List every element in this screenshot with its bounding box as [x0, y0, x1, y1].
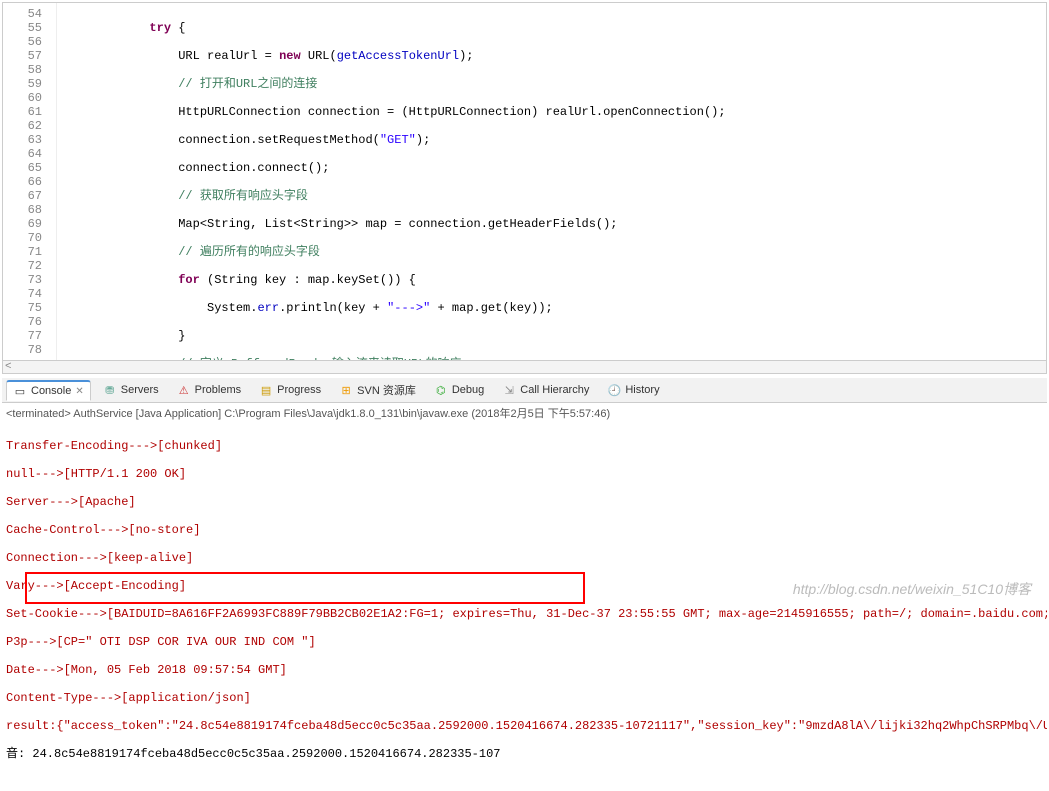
tab-history[interactable]: 🕘 History: [601, 381, 665, 399]
tab-progress[interactable]: ▤ Progress: [253, 381, 327, 399]
bottom-tab-bar: ▭ Console ✕ ⛃ Servers ⚠ Problems ▤ Progr…: [2, 378, 1047, 403]
tab-debug[interactable]: ⌬ Debug: [428, 381, 490, 399]
line-gutter: 5455565758596061626364656667686970717273…: [3, 3, 57, 360]
tab-servers[interactable]: ⛃ Servers: [97, 381, 165, 399]
call-hierarchy-icon: ⇲: [502, 383, 516, 397]
tab-label: Problems: [195, 384, 241, 396]
scroll-left-icon[interactable]: <: [5, 361, 12, 373]
svn-icon: ⊞: [339, 383, 353, 397]
tab-svn[interactable]: ⊞ SVN 资源库: [333, 380, 422, 400]
close-icon[interactable]: ✕: [75, 386, 83, 397]
progress-icon: ▤: [259, 383, 273, 397]
tab-problems[interactable]: ⚠ Problems: [171, 381, 247, 399]
tab-label: Servers: [121, 384, 159, 396]
console-output[interactable]: Transfer-Encoding--->[chunked] null--->[…: [2, 423, 1047, 791]
history-icon: 🕘: [607, 383, 621, 397]
code-editor[interactable]: 5455565758596061626364656667686970717273…: [2, 2, 1047, 374]
tab-call-hierarchy[interactable]: ⇲ Call Hierarchy: [496, 381, 595, 399]
tab-label: History: [625, 384, 659, 396]
tab-label: Progress: [277, 384, 321, 396]
console-icon: ▭: [13, 384, 27, 398]
tab-label: SVN 资源库: [357, 382, 416, 398]
code-content[interactable]: try { URL realUrl = new URL(getAccessTok…: [57, 3, 1046, 360]
tab-label: Debug: [452, 384, 484, 396]
terminated-label: <terminated> AuthService [Java Applicati…: [2, 403, 1047, 423]
problems-icon: ⚠: [177, 383, 191, 397]
tab-label: Console: [31, 385, 71, 397]
servers-icon: ⛃: [103, 383, 117, 397]
tab-console[interactable]: ▭ Console ✕: [6, 380, 91, 401]
debug-icon: ⌬: [434, 383, 448, 397]
editor-horizontal-scrollbar[interactable]: <: [3, 360, 1046, 373]
tab-label: Call Hierarchy: [520, 384, 589, 396]
